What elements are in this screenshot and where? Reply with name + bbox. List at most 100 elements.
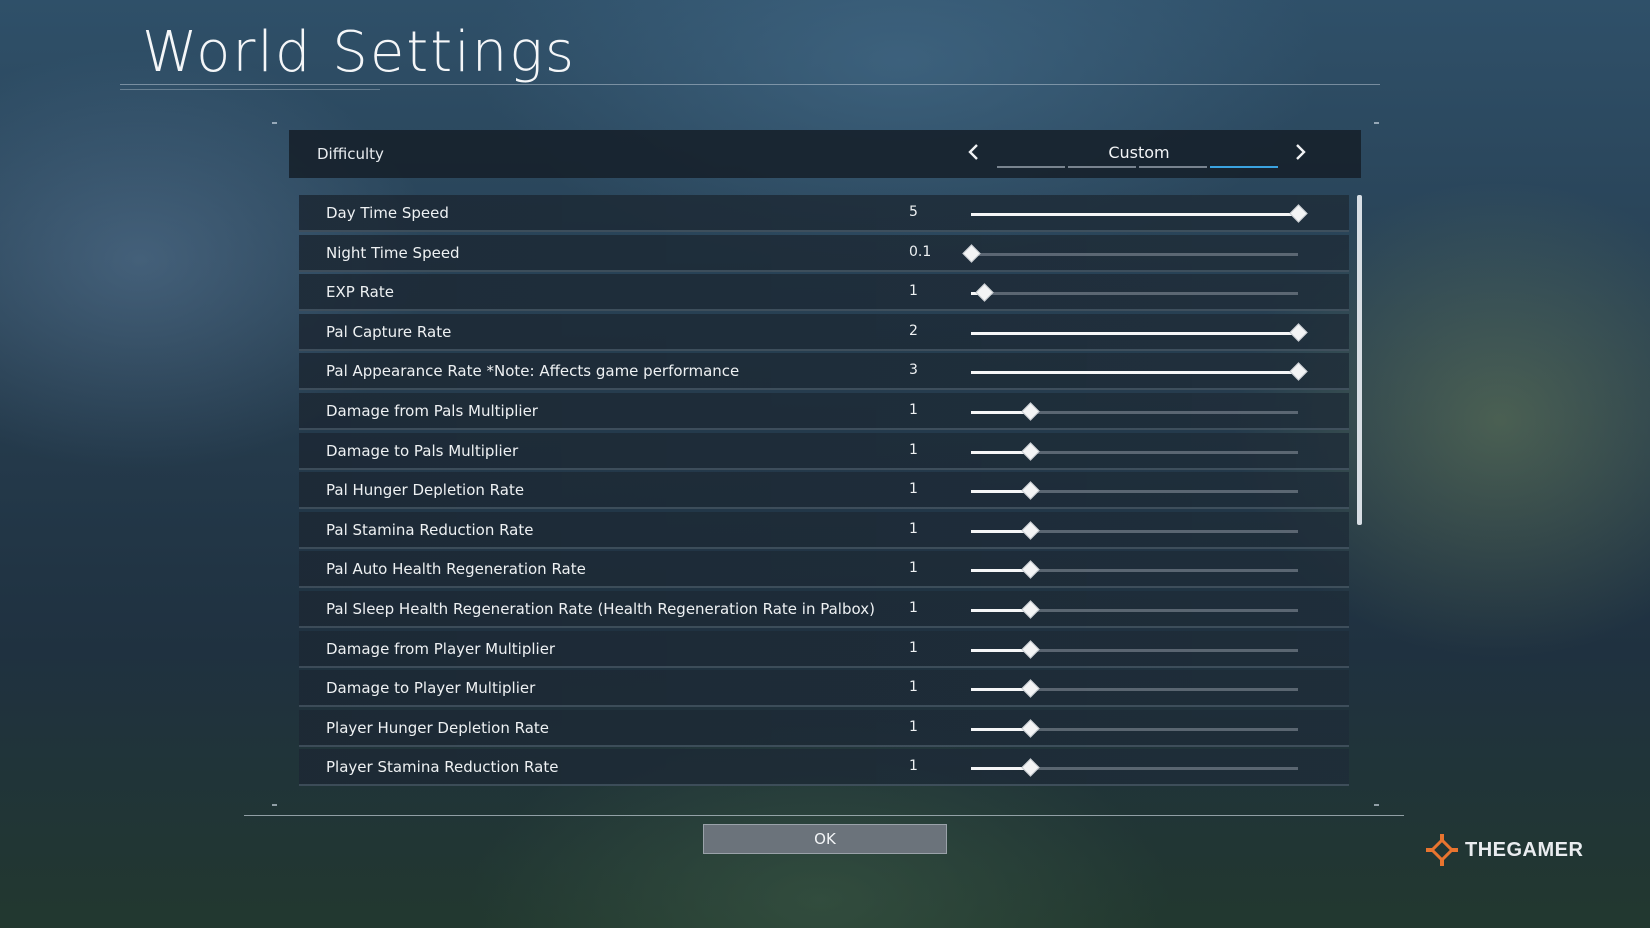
- setting-value: 1: [909, 441, 918, 458]
- setting-label: Pal Capture Rate: [326, 322, 452, 341]
- title-divider: [120, 84, 1380, 85]
- setting-row[interactable]: Pal Appearance Rate *Note: Affects game …: [299, 353, 1349, 391]
- setting-value: 3: [909, 362, 918, 379]
- setting-row[interactable]: Damage to Player Multiplier 1: [299, 670, 1349, 708]
- setting-row[interactable]: Day Time Speed 5: [299, 195, 1349, 232]
- thegamer-logo-icon: [1426, 834, 1458, 866]
- slider-handle[interactable]: [1021, 600, 1040, 619]
- slider-track[interactable]: [971, 323, 1308, 342]
- setting-value: 0.1: [909, 243, 932, 260]
- setting-row[interactable]: Pal Hunger Depletion Rate 1: [299, 472, 1349, 510]
- setting-row[interactable]: Pal Sleep Health Regeneration Rate (Heal…: [299, 591, 1349, 628]
- title-underline-accent: [120, 89, 380, 90]
- slider-handle[interactable]: [1021, 481, 1040, 500]
- slider-fill: [971, 331, 1298, 335]
- slider-handle[interactable]: [1021, 441, 1040, 461]
- slider-track[interactable]: [971, 441, 1298, 461]
- chevron-right-icon[interactable]: [1293, 144, 1307, 160]
- slider-handle[interactable]: [1021, 521, 1040, 540]
- page-title: World Settings: [142, 20, 577, 85]
- setting-row[interactable]: Pal Auto Health Regeneration Rate 1: [299, 551, 1349, 589]
- slider-handle[interactable]: [1289, 204, 1308, 223]
- slider-fill: [971, 213, 1298, 216]
- difficulty-selector: Difficulty Custom: [289, 130, 1361, 178]
- setting-label: Pal Stamina Reduction Rate: [326, 520, 534, 539]
- slider-track[interactable]: [971, 758, 1298, 778]
- watermark-text: THEGAMER: [1465, 838, 1584, 861]
- setting-value: 1: [909, 600, 918, 616]
- slider-track[interactable]: [971, 481, 1298, 500]
- slider-handle[interactable]: [1021, 639, 1040, 659]
- frame-corner: [1374, 122, 1379, 124]
- setting-label: Pal Appearance Rate *Note: Affects game …: [326, 362, 740, 381]
- difficulty-value: Custom: [1108, 143, 1170, 162]
- slider-track[interactable]: [971, 521, 1298, 540]
- slider-handle[interactable]: [1021, 679, 1040, 698]
- slider-handle[interactable]: [975, 283, 994, 302]
- setting-value: 1: [909, 481, 918, 498]
- slider-track[interactable]: [971, 560, 1298, 580]
- slider-handle[interactable]: [962, 243, 981, 263]
- setting-label: Damage from Pals Multiplier: [326, 402, 538, 420]
- setting-row[interactable]: Player Stamina Reduction Rate 1: [299, 749, 1349, 787]
- setting-label: EXP Rate: [326, 283, 394, 302]
- setting-row[interactable]: Damage from Pals Multiplier 1: [299, 393, 1349, 430]
- setting-value: 2: [909, 322, 918, 339]
- difficulty-label: Difficulty: [317, 145, 384, 163]
- settings-panel: Difficulty Custom Day Time Speed 5 Night T…: [289, 130, 1362, 797]
- settings-list: Day Time Speed 5 Night Time Speed 0.1 EXP Ra…: [299, 195, 1349, 795]
- setting-row[interactable]: Pal Capture Rate 2: [299, 313, 1349, 351]
- frame-corner: [272, 804, 277, 806]
- slider-track[interactable]: [971, 600, 1298, 619]
- difficulty-segment: [997, 166, 1065, 168]
- slider-track[interactable]: [962, 243, 1298, 263]
- setting-row[interactable]: Night Time Speed 0.1: [299, 234, 1349, 272]
- slider-handle[interactable]: [1021, 758, 1040, 778]
- setting-label: Pal Hunger Depletion Rate: [326, 481, 525, 500]
- slider-track[interactable]: [971, 402, 1298, 421]
- chevron-left-icon[interactable]: [967, 144, 981, 160]
- slider-track[interactable]: [971, 362, 1308, 382]
- setting-row[interactable]: Player Hunger Depletion Rate 1: [299, 709, 1349, 747]
- setting-row[interactable]: Damage to Pals Multiplier 1: [299, 432, 1349, 470]
- setting-value: 1: [909, 758, 918, 775]
- setting-value: 1: [909, 639, 918, 656]
- slider-handle[interactable]: [1021, 402, 1040, 421]
- ok-button[interactable]: OK: [703, 824, 947, 854]
- slider-track[interactable]: [971, 639, 1298, 659]
- slider-fill: [971, 371, 1298, 375]
- difficulty-segment-active: [1210, 166, 1278, 168]
- difficulty-segment: [1068, 166, 1136, 168]
- setting-label: Night Time Speed: [326, 243, 460, 262]
- setting-value: 1: [909, 283, 918, 300]
- setting-label: Damage to Pals Multiplier: [326, 441, 519, 460]
- setting-value: 1: [909, 520, 918, 537]
- setting-label: Day Time Speed: [326, 204, 449, 222]
- slider-track[interactable]: [971, 679, 1298, 698]
- frame-corner: [1374, 804, 1379, 806]
- setting-label: Damage from Player Multiplier: [326, 639, 556, 658]
- setting-label: Pal Sleep Health Regeneration Rate (Heal…: [326, 600, 875, 618]
- slider-handle[interactable]: [1021, 719, 1040, 738]
- setting-value: 1: [909, 402, 918, 418]
- slider-track[interactable]: [971, 204, 1308, 223]
- setting-value: 1: [909, 718, 918, 735]
- slider-handle[interactable]: [1021, 560, 1040, 580]
- setting-row[interactable]: Pal Stamina Reduction Rate 1: [299, 511, 1349, 549]
- footer-divider: [244, 815, 1404, 816]
- watermark-logo: THEGAMER: [1425, 833, 1583, 867]
- setting-label: Pal Auto Health Regeneration Rate: [326, 560, 586, 579]
- setting-label: Player Stamina Reduction Rate: [326, 758, 559, 777]
- setting-value: 1: [909, 560, 918, 577]
- slider-track[interactable]: [971, 719, 1298, 738]
- setting-row[interactable]: EXP Rate 1: [299, 274, 1349, 312]
- setting-label: Player Hunger Depletion Rate: [326, 718, 550, 737]
- difficulty-segment: [1139, 166, 1207, 168]
- setting-value: 1: [909, 679, 918, 696]
- setting-value: 5: [909, 204, 918, 220]
- slider-handle[interactable]: [1289, 362, 1308, 382]
- slider-track[interactable]: [971, 283, 1298, 302]
- scrollbar-thumb[interactable]: [1357, 195, 1362, 525]
- setting-row[interactable]: Damage from Player Multiplier 1: [299, 630, 1349, 668]
- slider-handle[interactable]: [1289, 323, 1308, 342]
